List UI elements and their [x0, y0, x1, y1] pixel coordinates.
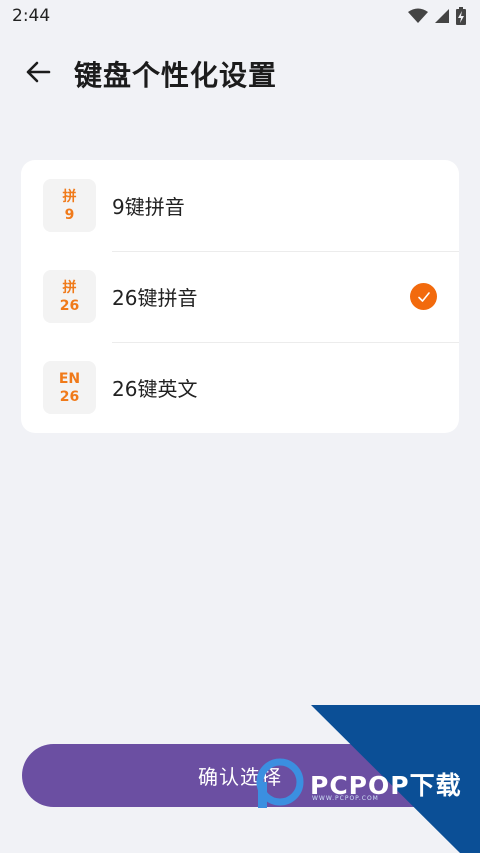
keyboard-type-icon: EN 26	[43, 361, 96, 414]
status-bar: 2:44	[0, 0, 480, 32]
option-9-key-pinyin[interactable]: 拼 9 9键拼音	[21, 160, 459, 251]
option-label: 9键拼音	[112, 195, 185, 219]
back-button[interactable]	[18, 54, 58, 94]
option-26-key-pinyin[interactable]: 拼 26 26键拼音	[21, 251, 459, 342]
app-header: 键盘个性化设置	[0, 44, 480, 104]
status-icons	[408, 7, 466, 25]
checkmark-icon	[410, 283, 437, 310]
icon-top-text: 拼	[62, 188, 77, 205]
wifi-icon	[408, 8, 428, 24]
keyboard-options-list: 拼 9 9键拼音 拼 26 26键拼音 EN 26 26键英文	[21, 160, 459, 433]
keyboard-type-icon: 拼 26	[43, 270, 96, 323]
option-26-key-english[interactable]: EN 26 26键英文	[21, 342, 459, 433]
arrow-left-icon	[25, 61, 51, 87]
option-label: 26键英文	[112, 377, 198, 401]
status-time: 2:44	[12, 6, 51, 26]
keyboard-type-icon: 拼 9	[43, 179, 96, 232]
icon-bottom-text: 26	[59, 297, 80, 314]
cellular-signal-icon	[434, 8, 450, 24]
option-label: 26键拼音	[112, 286, 198, 310]
battery-charging-icon	[456, 7, 466, 25]
page-title: 键盘个性化设置	[74, 59, 278, 92]
icon-top-text: 拼	[62, 279, 77, 296]
icon-top-text: EN	[58, 370, 81, 387]
icon-bottom-text: 9	[64, 206, 75, 223]
confirm-selection-button[interactable]: 确认选择	[22, 744, 458, 807]
icon-bottom-text: 26	[59, 388, 80, 405]
